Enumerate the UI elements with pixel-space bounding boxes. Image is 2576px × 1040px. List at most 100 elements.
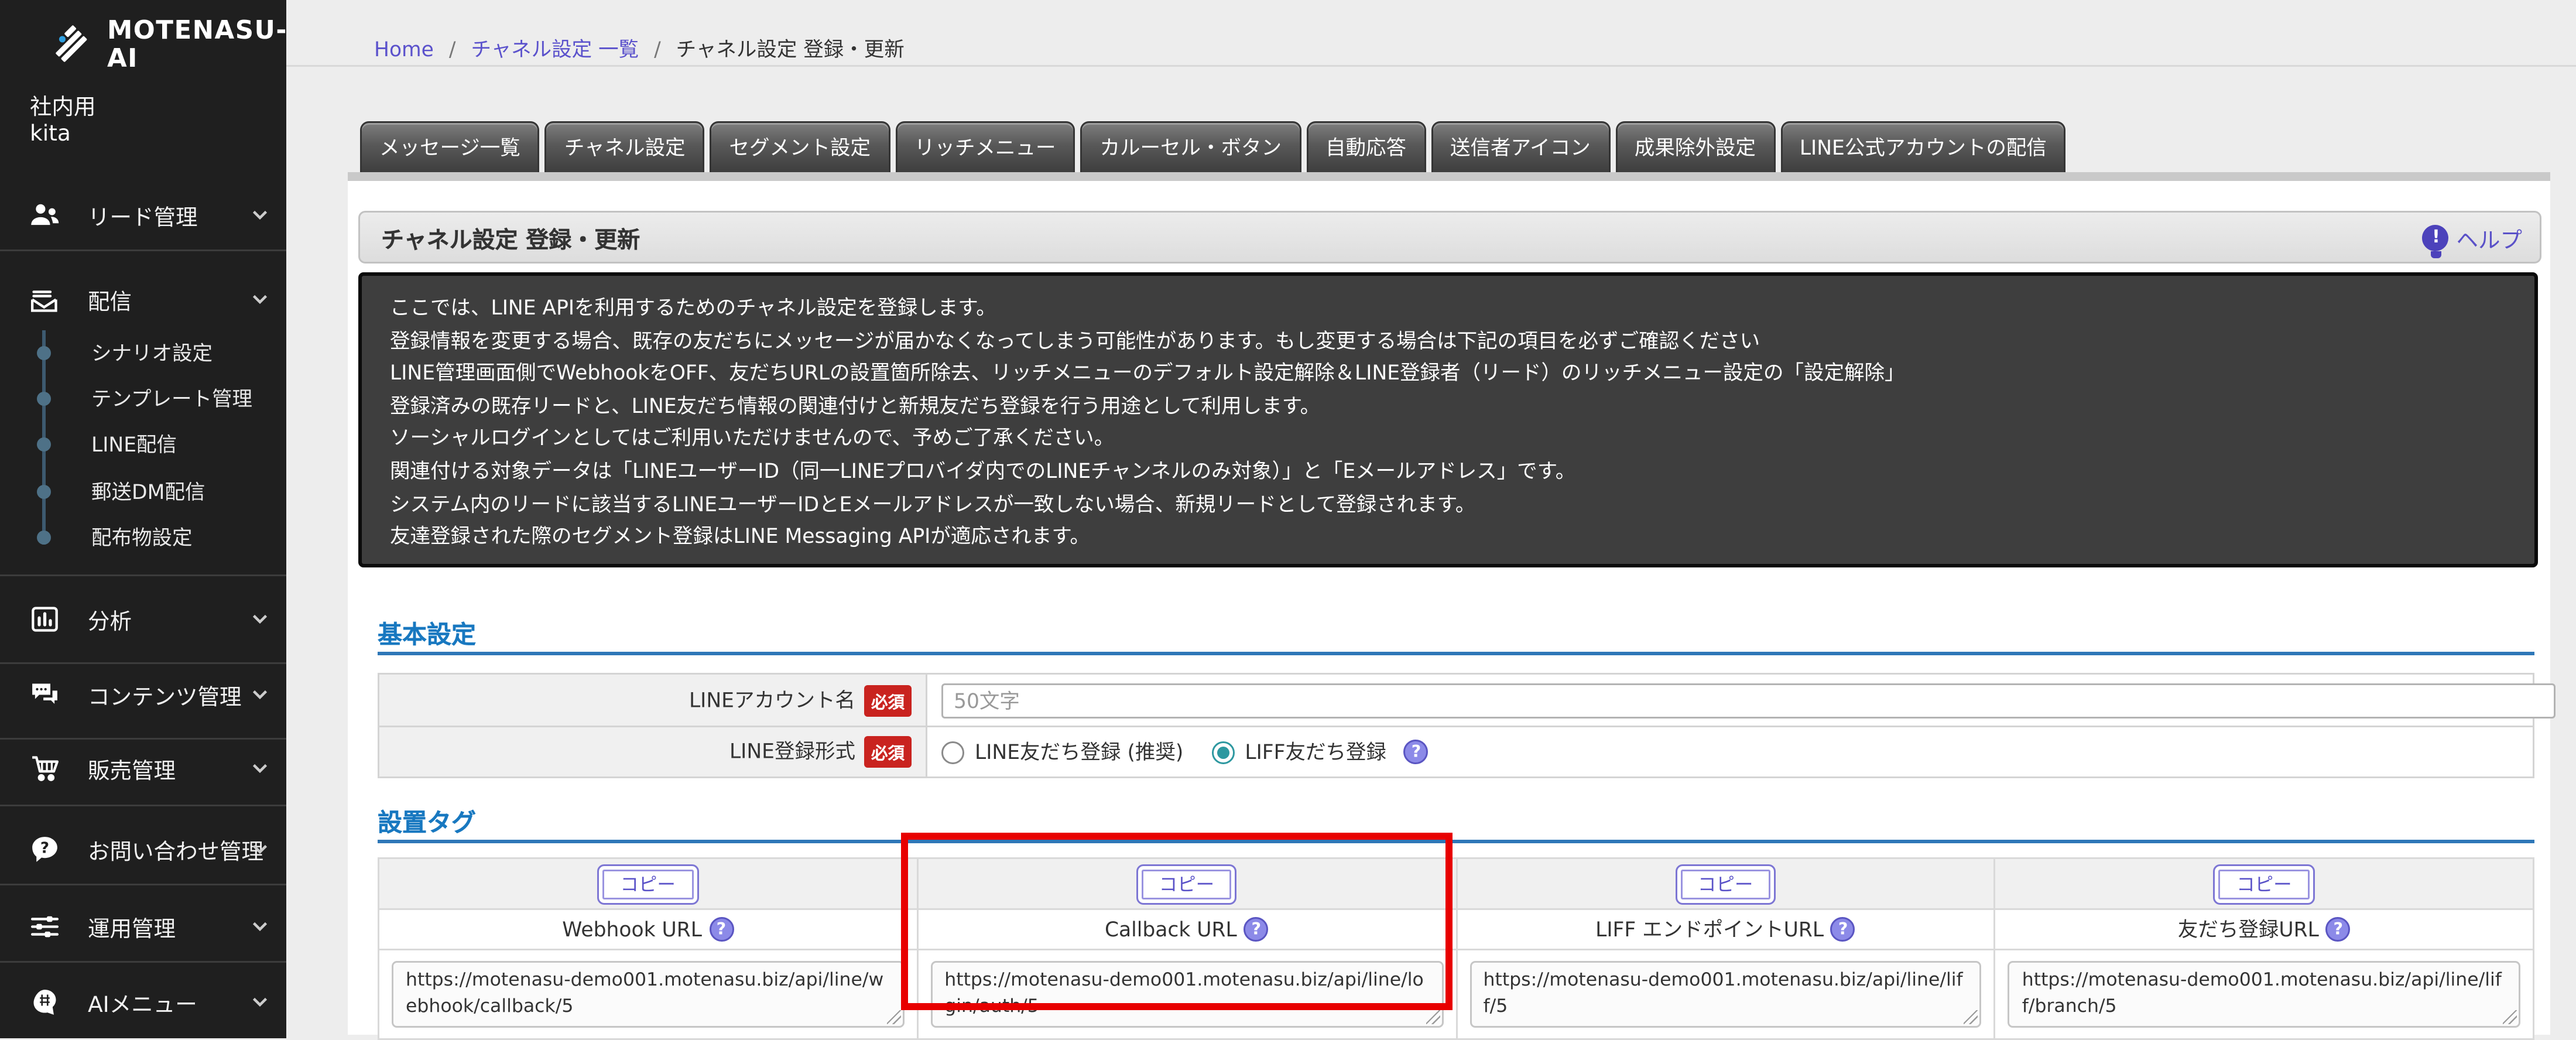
page-title: チャネル設定 登録・更新 [381,227,640,254]
table-row: LINEアカウント名 必須 [378,673,2556,727]
tab-line-official-delivery[interactable]: LINE公式アカウントの配信 [1780,121,2066,172]
bullet-dot-icon [37,392,51,406]
ai-head-icon [26,984,61,1019]
line-account-name-input[interactable] [941,682,2556,718]
tag-settings-heading: 設置タグ [378,810,476,838]
chevron-down-icon [249,838,270,859]
bullet-dot-icon [37,485,51,499]
friend-registration-url-label: 友だち登録URL [2177,917,2319,942]
copy-callback-url-button[interactable]: コピー [1136,863,1238,904]
sidebar-item-label: コンテンツ管理 [88,682,242,709]
chevron-down-icon [249,288,270,309]
sidebar-item-label: 販売管理 [88,756,176,783]
copy-liff-endpoint-url-button[interactable]: コピー [1674,863,1776,904]
logo-pen-icon [49,23,95,69]
question-mark-icon[interactable]: ? [708,917,734,942]
section-underline [378,840,2534,843]
sidebar-item-inquiry-management[interactable]: ? お問い合わせ管理 [0,822,286,875]
logo[interactable]: MOTENASU-AI [49,18,287,74]
submenu-label: LINE配信 [91,432,177,457]
sidebar-item-label: リード管理 [88,203,198,230]
notice-line: 友達登録された際のセグメント登録はLINE Messaging APIが適応され… [390,524,1090,549]
chevron-down-icon [249,608,270,629]
table-row: Webhook URL? Callback URL? LIFF エンドポイントU… [378,908,2534,950]
radio-label: LIFF友だち登録 [1245,740,1386,764]
question-mark-icon[interactable]: ? [1403,740,1429,764]
tab-carousel-button[interactable]: カルーセル・ボタン [1080,121,1301,172]
sidebar: MOTENASU-AI 社内用 kita リード管理 配信 シナリオ設定 テンプ… [0,0,286,1038]
sidebar-subitem-postal-dm[interactable]: 郵送DM配信 [0,474,286,509]
tab-rich-menu[interactable]: リッチメニュー [895,121,1075,172]
radio-label: LINE友だち登録 (推奨) [975,740,1184,764]
sidebar-divider [0,249,286,251]
sidebar-item-label: お問い合わせ管理 [88,837,264,864]
question-mark-icon[interactable]: ? [2325,917,2351,942]
copy-friend-registration-url-button[interactable]: コピー [2214,863,2315,904]
tab-message-list[interactable]: メッセージ一覧 [360,121,540,172]
help-link[interactable]: ! ヘルプ [2423,221,2522,258]
notice-line: ここでは、LINE APIを利用するためのチャネル設定を登録します。 [390,295,996,320]
basic-settings-heading: 基本設定 [378,622,476,650]
friend-registration-url-textarea[interactable]: https://motenasu-demo001.motenasu.biz/ap… [2008,961,2520,1028]
table-row: https://motenasu-demo001.motenasu.biz/ap… [378,949,2534,1040]
breadcrumb-home-link[interactable]: Home [374,37,434,61]
section-underline [378,652,2534,655]
required-badge: 必須 [864,684,912,716]
bar-chart-icon [26,601,61,636]
radio-line-friend-registration[interactable] [941,740,964,764]
breadcrumb-current: チャネル設定 登録・更新 [676,37,905,61]
sidebar-item-label: 配信 [88,287,132,314]
sidebar-item-lead-management[interactable]: リード管理 [0,188,286,241]
notice-line: システム内のリードに該当するLINEユーザーIDとEメールアドレスが一致しない場… [390,491,1476,516]
header-divider [286,65,2576,67]
tab-result-exclusion[interactable]: 成果除外設定 [1615,121,1775,172]
sidebar-subitem-scenario[interactable]: シナリオ設定 [0,336,286,371]
question-mark-icon[interactable]: ? [1831,917,1856,942]
tab-auto-reply[interactable]: 自動応答 [1306,121,1426,172]
sidebar-item-content-management[interactable]: コンテンツ管理 [0,668,286,720]
notice-box: ここでは、LINE APIを利用するためのチャネル設定を登録します。 登録情報を… [358,272,2538,567]
submenu-label: シナリオ設定 [91,341,213,365]
question-mark-icon[interactable]: ? [1244,917,1269,942]
sidebar-item-analysis[interactable]: 分析 [0,592,286,645]
sidebar-item-sales-management[interactable]: 販売管理 [0,741,286,794]
sidebar-item-ai-menu[interactable]: AIメニュー [0,975,286,1028]
bullet-dot-icon [37,531,51,545]
table-row: LINE登録形式 必須 LINE友だち登録 (推奨) LIFF友だち登録 ? [378,726,2534,778]
submenu-label: 配布物設定 [91,525,193,550]
sidebar-subitem-line-delivery[interactable]: LINE配信 [0,427,286,462]
liff-endpoint-url-textarea[interactable]: https://motenasu-demo001.motenasu.biz/ap… [1469,961,1982,1028]
callback-url-textarea[interactable]: https://motenasu-demo001.motenasu.biz/ap… [930,961,1443,1028]
env-label: 社内用 [30,93,96,119]
sidebar-divider [0,805,286,806]
sidebar-item-label: AIメニュー [88,990,197,1017]
copy-webhook-url-button[interactable]: コピー [597,863,698,904]
cart-icon [26,750,61,785]
chat-bubbles-icon [26,676,61,711]
sidebar-item-operation-management[interactable]: 運用管理 [0,899,286,952]
breadcrumb-separator: / [654,37,661,61]
chevron-down-icon [249,991,270,1012]
tab-channel-settings[interactable]: チャネル設定 [544,121,705,172]
chevron-down-icon [249,757,270,778]
tab-segment-settings[interactable]: セグメント設定 [710,121,890,172]
main-area: Home / チャネル設定 一覧 / チャネル設定 登録・更新 メッセージ一覧 … [286,0,2576,1040]
tab-sender-icon[interactable]: 送信者アイコン [1431,121,1610,172]
sidebar-item-label: 運用管理 [88,914,176,941]
line-registration-type-label: LINE登録形式 [729,738,855,764]
sidebar-item-delivery[interactable]: 配信 [0,272,286,325]
tag-settings-table: コピー コピー コピー コピー Webhook URL? Callback UR… [378,857,2534,1040]
chevron-down-icon [249,915,270,936]
mail-icon [26,281,61,316]
app: MOTENASU-AI 社内用 kita リード管理 配信 シナリオ設定 テンプ… [0,0,2576,1040]
basic-settings-table: LINEアカウント名必須 LINE登録形式必須 LINE友だち登録 (推奨) [378,673,2556,778]
sidebar-subitem-template[interactable]: テンプレート管理 [0,381,286,416]
content-panel: チャネル設定 登録・更新 ! ヘルプ ここでは、LINE APIを利用するための… [348,172,2556,1040]
radio-liff-friend-registration[interactable] [1211,740,1235,764]
breadcrumb-channel-list-link[interactable]: チャネル設定 一覧 [471,37,639,61]
notice-line: ソーシャルログインとしてはご利用いただけませんので、予めご了承ください。 [390,426,1115,451]
users-icon [26,197,61,232]
sidebar-subitem-distribution[interactable]: 配布物設定 [0,520,286,555]
required-badge: 必須 [864,736,912,768]
webhook-url-textarea[interactable]: https://motenasu-demo001.motenasu.biz/ap… [392,961,905,1028]
